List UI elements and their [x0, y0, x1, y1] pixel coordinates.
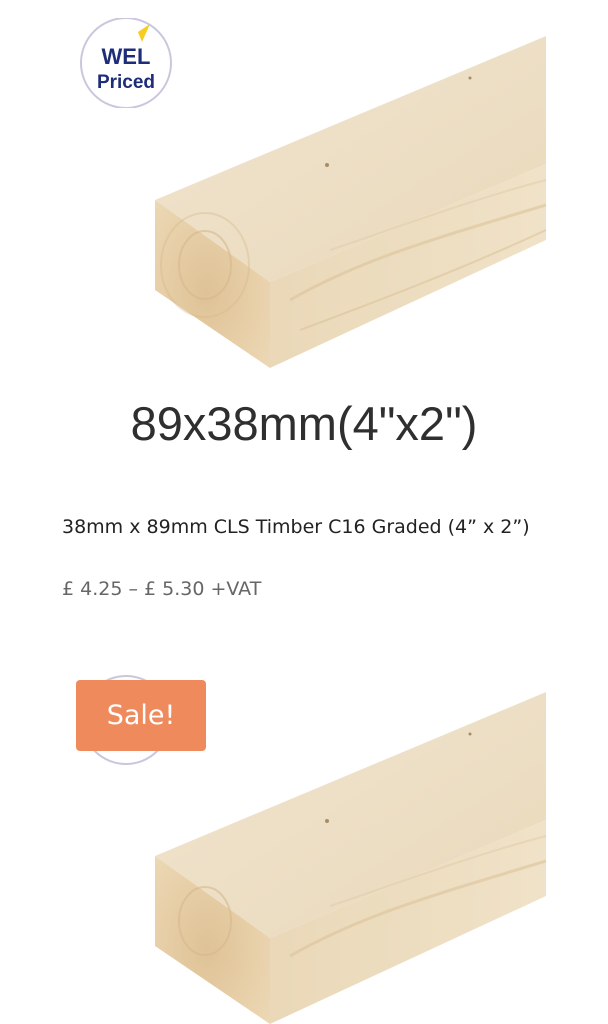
product-card: WEL Priced 89x38mm(4"x2") 38mm x 89mm CL…	[0, 0, 608, 640]
wel-priced-badge-icon: WEL Priced	[80, 18, 172, 108]
product-card: Sale!	[0, 640, 608, 1024]
badge-line-1: WEL	[102, 44, 151, 69]
shop-page: WEL Priced 89x38mm(4"x2") 38mm x 89mm CL…	[0, 0, 608, 1024]
badge-line-2: Priced	[97, 72, 155, 93]
product-title-link[interactable]: 38mm x 89mm CLS Timber C16 Graded (4” x …	[62, 515, 532, 539]
size-caption: 89x38mm(4"x2")	[130, 397, 478, 450]
sale-badge: Sale!	[76, 680, 206, 751]
product-price: £ 4.25 – £ 5.30 +VAT	[62, 578, 262, 600]
